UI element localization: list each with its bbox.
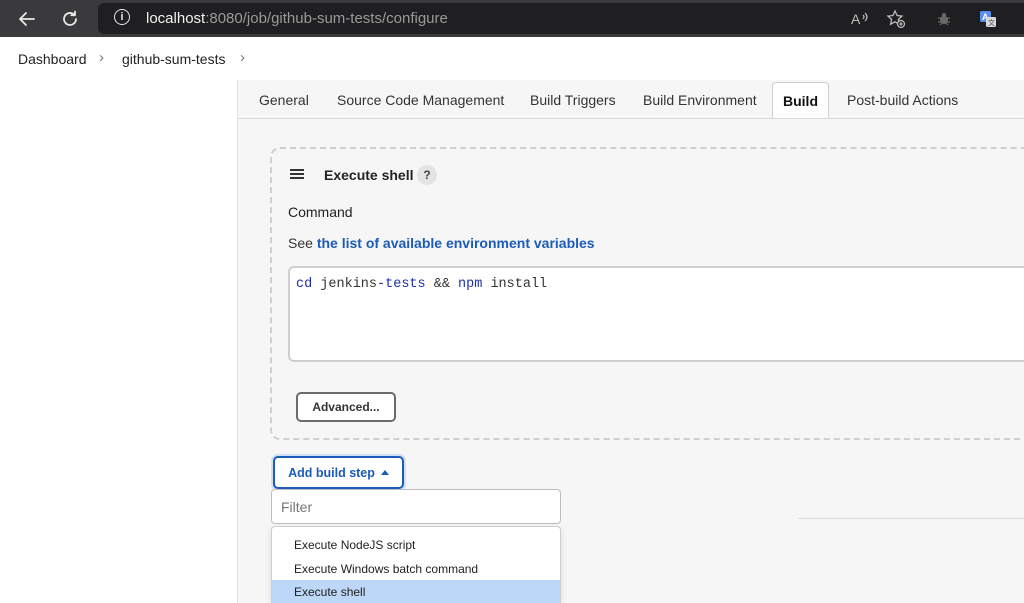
tab-post-build-actions[interactable]: Post-build Actions bbox=[847, 92, 958, 108]
info-icon[interactable]: i bbox=[114, 9, 130, 25]
breadcrumb-job[interactable]: github-sum-tests bbox=[122, 51, 225, 67]
chevron-right-icon[interactable]: › bbox=[99, 49, 104, 66]
command-label: Command bbox=[288, 204, 353, 220]
drag-handle-icon[interactable] bbox=[290, 169, 304, 179]
execute-shell-step: Execute shell ? Command See the list of … bbox=[270, 147, 1024, 440]
tab-source-code-management[interactable]: Source Code Management bbox=[337, 92, 504, 108]
tab-build-environment[interactable]: Build Environment bbox=[643, 92, 757, 108]
add-build-step-button[interactable]: Add build step bbox=[273, 456, 404, 489]
url-text: localhost:8080/job/github-sum-tests/conf… bbox=[146, 10, 448, 27]
advanced-button[interactable]: Advanced... bbox=[296, 392, 396, 422]
chevron-right-icon[interactable]: › bbox=[240, 49, 245, 66]
svg-text:A: A bbox=[851, 11, 861, 27]
tab-build-triggers[interactable]: Build Triggers bbox=[530, 92, 616, 108]
read-aloud-icon[interactable]: A bbox=[850, 9, 870, 29]
back-arrow-icon[interactable] bbox=[13, 5, 41, 33]
tab-general[interactable]: General bbox=[259, 92, 309, 108]
env-vars-link[interactable]: the list of available environment variab… bbox=[317, 235, 595, 251]
help-icon[interactable]: ? bbox=[417, 165, 437, 185]
refresh-icon[interactable] bbox=[56, 5, 84, 33]
env-vars-hint: See the list of available environment va… bbox=[288, 235, 595, 251]
address-bar[interactable]: i localhost:8080/job/github-sum-tests/co… bbox=[98, 3, 1024, 34]
favorite-add-icon[interactable] bbox=[886, 9, 906, 29]
config-tabs: General Source Code Management Build Tri… bbox=[238, 80, 1024, 119]
sidebar bbox=[0, 80, 238, 603]
extension-icon[interactable] bbox=[934, 9, 954, 29]
menu-item-execute-shell[interactable]: Execute shell bbox=[272, 580, 560, 603]
caret-up-icon bbox=[380, 470, 389, 475]
config-main: General Source Code Management Build Tri… bbox=[238, 80, 1024, 603]
browser-toolbar: i localhost:8080/job/github-sum-tests/co… bbox=[0, 0, 1024, 37]
filter-input[interactable] bbox=[271, 489, 561, 524]
tab-build[interactable]: Build bbox=[772, 82, 829, 118]
breadcrumb-dashboard[interactable]: Dashboard bbox=[18, 51, 87, 67]
menu-item-execute-nodejs-script[interactable]: Execute NodeJS script bbox=[272, 533, 560, 556]
breadcrumb: Dashboard › github-sum-tests › bbox=[0, 37, 1024, 80]
divider bbox=[798, 518, 1024, 519]
menu-item-execute-windows-batch-command[interactable]: Execute Windows batch command bbox=[272, 557, 560, 580]
build-step-menu: Execute NodeJS script Execute Windows ba… bbox=[271, 526, 561, 603]
svg-text:文: 文 bbox=[988, 18, 995, 27]
add-build-step-label: Add build step bbox=[288, 465, 375, 480]
command-textarea[interactable]: cd jenkins-tests && npm install bbox=[288, 266, 1024, 362]
command-code: cd jenkins-tests && npm install bbox=[296, 277, 548, 292]
step-title: Execute shell bbox=[324, 167, 414, 183]
translate-icon[interactable]: A文 bbox=[978, 9, 998, 29]
